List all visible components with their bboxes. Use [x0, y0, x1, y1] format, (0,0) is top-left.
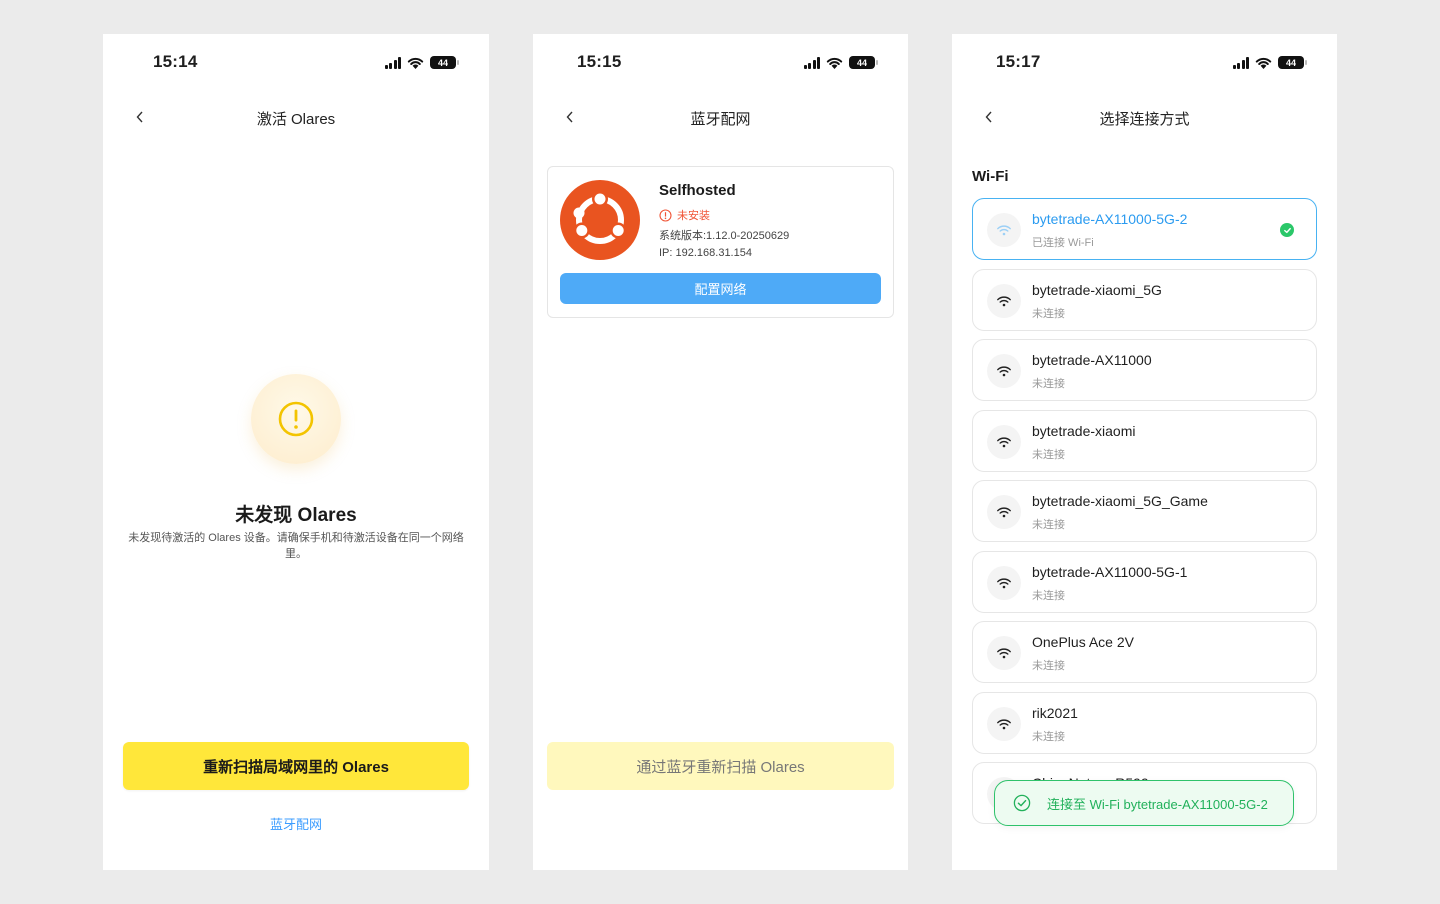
battery-icon: 44: [430, 56, 459, 69]
device-status-label: 未安装: [677, 210, 710, 222]
nav-bar: 蓝牙配网: [533, 106, 908, 130]
wifi-item[interactable]: OnePlus Ace 2V 未连接: [972, 621, 1317, 683]
phone-screen-bluetooth: 15:15 44 蓝牙配网 Selfhosted 未安装 系统版本:1.12.0…: [533, 34, 908, 870]
wifi-icon: [987, 636, 1021, 670]
wifi-icon: [987, 495, 1021, 529]
wifi-signal-icon: [997, 577, 1011, 588]
wifi-status: 未连接: [1032, 519, 1065, 531]
device-ip: IP: 192.168.31.154: [659, 247, 752, 259]
wifi-icon: [987, 565, 1021, 600]
wifi-name: OnePlus Ace 2V: [1032, 634, 1134, 650]
wifi-signal-icon: [997, 366, 1011, 377]
bluetooth-rescan-button[interactable]: 通过蓝牙重新扫描 Olares: [547, 742, 894, 790]
nav-bar: 选择连接方式: [952, 106, 1337, 130]
wifi-signal-icon: [997, 436, 1011, 447]
wifi-status: 未连接: [1032, 307, 1065, 320]
wifi-signal-icon: [997, 507, 1011, 518]
wifi-status: 已连接 Wi-Fi: [1032, 237, 1094, 249]
status-bar: 15:14 44: [103, 52, 489, 76]
success-toast: 连接至 Wi-Fi bytetrade-AX11000-5G-2: [994, 780, 1294, 826]
wifi-icon: [987, 213, 1021, 247]
status-time: 15:17: [996, 52, 1041, 71]
not-found-heading: 未发现 Olares: [235, 505, 357, 526]
wifi-status: 未连接: [1032, 730, 1065, 743]
wifi-status-icon: [826, 57, 843, 69]
status-bar: 15:17 44: [952, 52, 1337, 76]
wifi-status-icon: [407, 57, 424, 69]
wifi-status: 未连接: [1032, 378, 1065, 390]
wifi-signal-icon: [997, 648, 1011, 659]
wifi-signal-icon: [997, 225, 1011, 236]
device-card[interactable]: Selfhosted 未安装 系统版本:1.12.0-20250629 IP: …: [547, 166, 894, 318]
wifi-item[interactable]: bytetrade-xiaomi 未连接: [972, 409, 1317, 472]
wifi-name: bytetrade-xiaomi_5G_Game: [1032, 493, 1208, 509]
wifi-icon: [987, 283, 1021, 318]
info-icon: [659, 208, 672, 222]
nav-bar: 激活 Olares: [103, 106, 489, 130]
wifi-item[interactable]: bytetrade-AX11000 未连接: [972, 339, 1317, 401]
wifi-name: bytetrade-xiaomi: [1032, 422, 1136, 439]
wifi-status-icon: [1255, 57, 1272, 69]
wifi-item[interactable]: bytetrade-xiaomi_5G_Game 未连接: [972, 480, 1317, 542]
wifi-icon: [987, 706, 1021, 741]
wifi-status: 未连接: [1032, 448, 1065, 461]
page-title: 蓝牙配网: [690, 111, 751, 128]
wifi-item[interactable]: bytetrade-AX11000-5G-1 未连接: [972, 550, 1317, 613]
wifi-name: bytetrade-AX11000-5G-2: [1032, 211, 1188, 227]
wifi-item[interactable]: bytetrade-AX11000-5G-2 已连接 Wi-Fi: [972, 198, 1317, 260]
wifi-network-list: bytetrade-AX11000-5G-2 已连接 Wi-Fi bytetrade…: [972, 198, 1317, 838]
status-bar: 15:15 44: [533, 52, 908, 76]
wifi-item[interactable]: rik2021 未连接: [972, 691, 1317, 754]
wifi-icon: [987, 354, 1021, 388]
device-status: 未安装: [659, 207, 710, 223]
configure-network-button[interactable]: 配置网络: [560, 273, 881, 304]
wifi-signal-icon: [997, 295, 1011, 306]
wifi-name: rik2021: [1032, 704, 1078, 721]
page-title: 选择连接方式: [1099, 111, 1190, 128]
not-found-description: 未发现待激活的 Olares 设备。请确保手机和待激活设备在同一个网络里。: [128, 532, 464, 560]
phone-screen-wifi: 15:17 44 选择连接方式 Wi-Fi bytetrade-AX11000-…: [952, 34, 1337, 870]
page-title: 激活 Olares: [256, 111, 336, 128]
toast-message: 连接至 Wi-Fi bytetrade-AX11000-5G-2: [1047, 796, 1268, 812]
signal-icon: [1232, 56, 1249, 69]
wifi-name: bytetrade-AX11000-5G-1: [1032, 563, 1188, 580]
signal-icon: [384, 56, 401, 69]
warning-icon: [251, 374, 341, 464]
wifi-name: bytetrade-AX11000: [1032, 352, 1152, 368]
wifi-icon: [987, 424, 1021, 459]
rescan-lan-button[interactable]: 重新扫描局域网里的 Olares: [123, 742, 469, 790]
phone-screen-activate: 15:14 44 激活 Olares 未发现 Olares 未发现待激活的 Ol…: [103, 34, 489, 870]
wifi-item[interactable]: bytetrade-xiaomi_5G 未连接: [972, 268, 1317, 331]
wifi-status: 未连接: [1032, 589, 1065, 602]
wifi-section-title: Wi-Fi: [972, 168, 1009, 185]
device-name: Selfhosted: [659, 182, 736, 199]
device-version: 系统版本:1.12.0-20250629: [659, 230, 790, 242]
battery-icon: 44: [849, 56, 878, 69]
wifi-signal-icon: [997, 718, 1011, 729]
connected-check-icon: [1280, 223, 1294, 237]
battery-icon: 44: [1278, 56, 1307, 69]
wifi-status: 未连接: [1032, 660, 1065, 672]
status-time: 15:15: [577, 52, 622, 71]
wifi-name: bytetrade-xiaomi_5G: [1032, 281, 1162, 298]
signal-icon: [803, 56, 820, 69]
bluetooth-setup-link[interactable]: 蓝牙配网: [103, 814, 489, 833]
ubuntu-logo-icon: [560, 180, 640, 260]
check-circle-icon: [1013, 794, 1031, 812]
status-time: 15:14: [153, 52, 198, 71]
